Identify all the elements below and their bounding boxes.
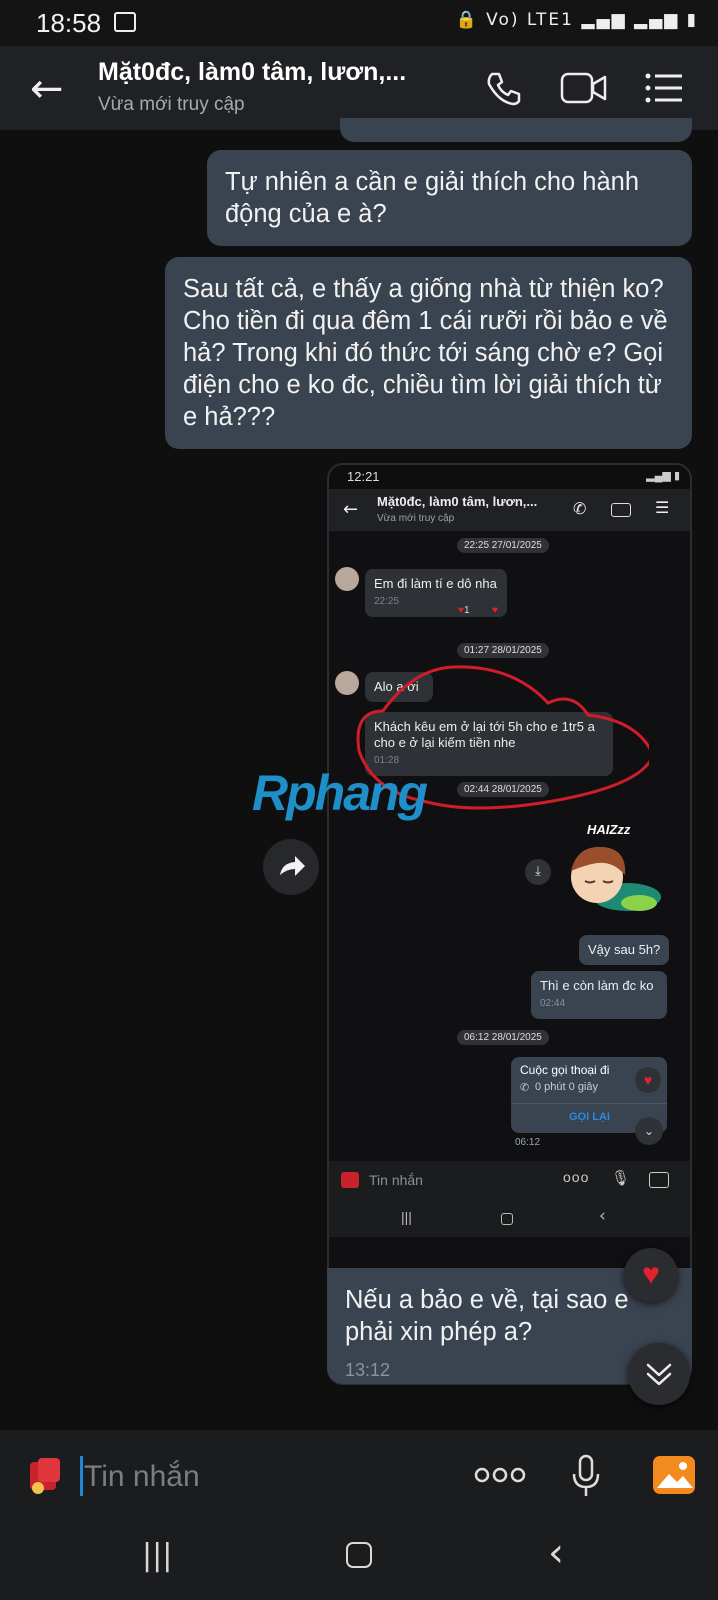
message-time: 22:25 bbox=[374, 596, 400, 607]
screenshot-back-icon: ← bbox=[343, 499, 359, 520]
message-time: 13:12 bbox=[345, 1360, 391, 1380]
mic-icon: 🎙 bbox=[611, 1170, 631, 1187]
screenshot-last-seen: Vừa mới truy cập bbox=[377, 513, 455, 524]
outgoing-message[interactable]: Tự nhiên a cần e giải thích cho hành độn… bbox=[207, 150, 692, 246]
screenshot-phone-icon: ✆ bbox=[573, 501, 587, 518]
heart-reaction-icon: ♥ bbox=[487, 604, 503, 617]
screenshot-nav-bar: ||| ‹ bbox=[329, 1201, 690, 1237]
heart-reaction-icon: ♥ bbox=[635, 1067, 661, 1093]
call-title: Cuộc gọi thoại đi bbox=[520, 1063, 610, 1077]
gallery-icon bbox=[649, 1172, 669, 1188]
forward-button[interactable] bbox=[263, 839, 319, 895]
home-icon[interactable] bbox=[346, 1542, 372, 1568]
system-nav-bar: ||| ‹ bbox=[0, 1520, 718, 1600]
screenshot-contact-name: Mặt0đc, làm0 tâm, lươn,... bbox=[377, 494, 538, 509]
status-bar: 18:58 🔒 Vo) LTE1 ▂▄▆ ▂▄▆ ▮ bbox=[0, 0, 718, 46]
message-time: 02:44 bbox=[540, 998, 566, 1009]
screenshot-header: ← Mặt0đc, làm0 tâm, lươn,... Vừa mới tru… bbox=[329, 489, 690, 531]
previous-message-bubble bbox=[340, 118, 692, 142]
more-icon: ooo bbox=[563, 1169, 590, 1185]
download-icon: ⤓ bbox=[525, 859, 551, 885]
phone-icon[interactable] bbox=[482, 68, 522, 108]
call-again-button: GỌI LẠI bbox=[569, 1111, 610, 1123]
menu-list-icon[interactable] bbox=[644, 72, 684, 104]
incoming-message: Em đi làm tí e dô nha 22:25 bbox=[365, 569, 507, 617]
screenshot-input-bar: Tin nhắn ooo 🎙 bbox=[329, 1161, 690, 1201]
sticker-caption: HAIZzz bbox=[587, 822, 631, 837]
contact-name[interactable]: Mặt0đc, làm0 tâm, lươn,... bbox=[98, 58, 406, 87]
video-call-icon[interactable] bbox=[560, 70, 608, 106]
home-icon bbox=[501, 1213, 513, 1225]
forward-arrow-icon bbox=[280, 856, 305, 876]
status-icons: 🔒 Vo) LTE1 ▂▄▆ ▂▄▆ ▮ bbox=[455, 10, 698, 30]
phone-icon: ✆ bbox=[520, 1081, 530, 1094]
message-input-bar: Tin nhắn bbox=[0, 1430, 718, 1520]
status-time: 18:58 bbox=[36, 8, 102, 38]
back-nav-icon[interactable]: ‹ bbox=[548, 1530, 564, 1576]
heart-reaction-button[interactable]: ♥ bbox=[624, 1248, 678, 1302]
watermark-logo: Rphang bbox=[252, 765, 428, 821]
outgoing-message: Vậy sau 5h? bbox=[579, 935, 670, 965]
screenshot-video-icon bbox=[611, 503, 631, 517]
call-time: 06:12 bbox=[515, 1137, 541, 1148]
microphone-icon[interactable] bbox=[570, 1454, 602, 1498]
message-input[interactable]: Tin nhắn bbox=[84, 1460, 200, 1494]
message-text: Thì e còn làm đc ko bbox=[540, 978, 654, 993]
shared-screenshot-image[interactable]: 12:21 ▂▄▆ ▮ ← Mặt0đc, làm0 tâm, lươn,...… bbox=[327, 463, 692, 1385]
back-nav-icon: ‹ bbox=[599, 1206, 606, 1226]
reaction-badge: ♥1 bbox=[453, 604, 475, 617]
reaction-count: 1 bbox=[463, 605, 470, 616]
screenshot-status-time: 12:21 bbox=[347, 469, 380, 484]
screenshot-status-icons: ▂▄▆ ▮ bbox=[646, 470, 680, 482]
more-options-icon[interactable] bbox=[474, 1466, 526, 1484]
call-duration: 0 phút 0 giây bbox=[535, 1081, 598, 1093]
gallery-notification-icon bbox=[114, 12, 136, 32]
recent-apps-icon[interactable]: ||| bbox=[142, 1538, 172, 1573]
back-arrow-icon[interactable]: ← bbox=[30, 66, 64, 112]
scroll-down-icon: ⌄ bbox=[635, 1117, 663, 1145]
divider bbox=[511, 1103, 667, 1104]
recent-apps-icon: ||| bbox=[401, 1209, 412, 1225]
screenshot-menu-icon: ☰ bbox=[655, 498, 670, 517]
last-seen-status: Vừa mới truy cập bbox=[98, 94, 245, 115]
outgoing-message[interactable]: Sau tất cả, e thấy a giống nhà từ thiện … bbox=[165, 257, 692, 449]
sleeping-sticker bbox=[571, 846, 661, 911]
outgoing-message: Thì e còn làm đc ko 02:44 bbox=[531, 971, 667, 1019]
sticker-icon bbox=[341, 1172, 359, 1188]
gallery-icon[interactable] bbox=[651, 1454, 697, 1496]
scroll-to-bottom-button[interactable] bbox=[628, 1343, 690, 1405]
date-separator: 06:12 28/01/2025 bbox=[457, 1030, 549, 1045]
double-chevron-down-icon bbox=[646, 1363, 672, 1386]
screenshot-input-placeholder: Tin nhắn bbox=[369, 1172, 423, 1188]
message-text: Nếu a bảo e về, tại sao e phải xin phép … bbox=[345, 1286, 629, 1346]
bottom-area: Tin nhắn ||| ‹ bbox=[0, 1430, 718, 1600]
message-text: Em đi làm tí e dô nha bbox=[374, 576, 497, 591]
screenshot-status-bar: 12:21 ▂▄▆ ▮ bbox=[329, 465, 690, 489]
text-cursor bbox=[80, 1456, 83, 1496]
sticker-icon[interactable] bbox=[24, 1456, 66, 1496]
date-separator: 22:25 27/01/2025 bbox=[457, 538, 549, 553]
contact-avatar bbox=[335, 567, 359, 591]
